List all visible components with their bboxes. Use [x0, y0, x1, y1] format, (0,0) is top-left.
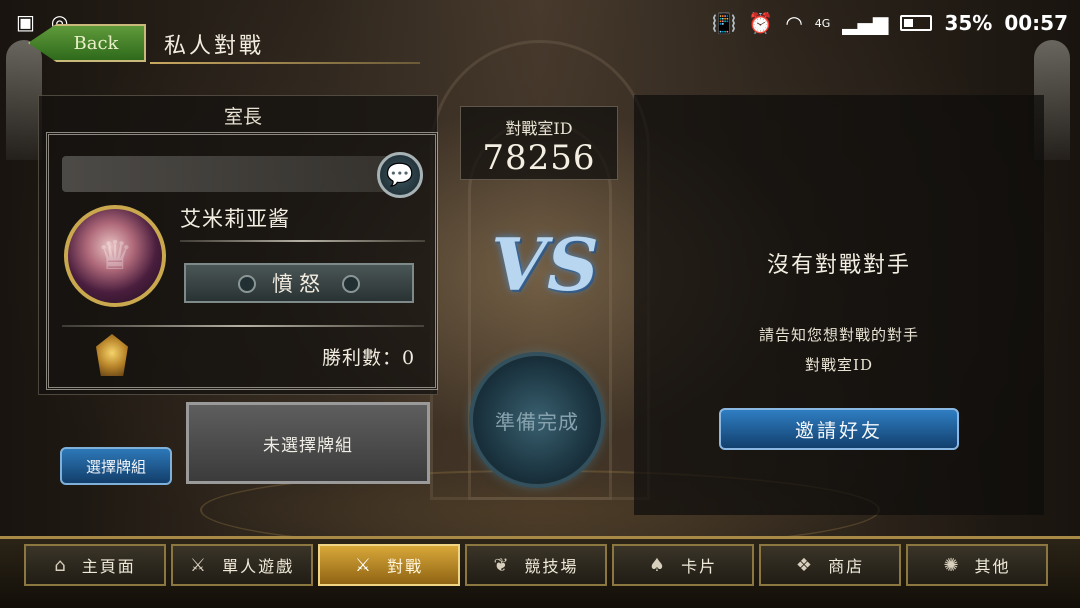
opponent-hint-room-id: 對戰室ID	[805, 356, 873, 374]
battery-icon	[900, 15, 933, 31]
nav-label: 主頁面	[81, 557, 136, 576]
invite-friend-button[interactable]: 邀請好友	[719, 408, 959, 450]
host-label: 室長	[223, 106, 262, 128]
ready-button[interactable]: 準備完成	[469, 352, 605, 488]
chat-button[interactable]: 💬	[377, 152, 423, 198]
nav-home[interactable]: ⌂ 主頁面	[24, 544, 166, 586]
wins-count: 勝利數：0	[322, 347, 416, 369]
avatar: ♛	[64, 205, 166, 307]
clock: 00:57	[1004, 11, 1068, 35]
shop-icon: ❖	[795, 554, 815, 576]
divider	[62, 325, 424, 327]
laurel-icon: ❦	[493, 554, 511, 576]
select-deck-button[interactable]: 選擇牌組	[60, 447, 172, 485]
room-id-label: 對戰室ID	[505, 119, 573, 138]
title-underline	[150, 62, 420, 64]
more-icon: ✺	[943, 554, 961, 576]
nav-label: 單人遊戲	[222, 557, 295, 576]
nav-label: 對戰	[387, 557, 424, 576]
vs-emblem: VS	[491, 222, 599, 307]
nav-cards[interactable]: ♠ 卡片	[612, 544, 754, 586]
nav-shop[interactable]: ❖ 商店	[759, 544, 901, 586]
nav-battle[interactable]: ⚔ 對戰	[318, 544, 460, 586]
nav-label: 商店	[828, 557, 865, 576]
room-id: 78256	[482, 138, 596, 178]
battery-percent: 35%	[944, 11, 993, 35]
select-deck-label: 選擇牌組	[85, 457, 146, 476]
nav-label: 競技場	[524, 557, 579, 576]
emblem-icon	[238, 275, 256, 293]
emotion-label: 憤怒	[272, 272, 326, 296]
ready-label: 準備完成	[495, 409, 579, 434]
nav-other[interactable]: ✺ 其他	[906, 544, 1048, 586]
nav-arena[interactable]: ❦ 競技場	[465, 544, 607, 586]
cathedral-window-left	[6, 40, 42, 160]
player-name: 艾米莉亚酱	[180, 207, 290, 231]
sword-shield-icon: ⚔	[189, 554, 209, 576]
room-id-box: 對戰室ID 78256	[460, 106, 618, 180]
nav-single-player[interactable]: ⚔ 單人遊戲	[171, 544, 313, 586]
speech-bubble-icon: 💬	[386, 162, 414, 188]
nav-label: 卡片	[681, 557, 718, 576]
opponent-status: 沒有對戰對手	[766, 253, 911, 278]
back-label: Back	[73, 32, 119, 54]
crossed-swords-icon: ⚔	[354, 554, 374, 576]
chat-bubble	[62, 156, 392, 192]
deck-slot-label: 未選擇牌組	[263, 435, 353, 456]
home-icon: ⌂	[54, 554, 68, 576]
network-label: 4G	[814, 16, 831, 30]
image-icon: ▣	[16, 10, 35, 34]
emblem-icon	[342, 275, 360, 293]
invite-friend-label: 邀請好友	[794, 419, 883, 442]
opponent-hint: 請告知您想對戰的對手	[758, 326, 919, 344]
page-title: 私人對戰	[164, 34, 265, 59]
divider	[180, 240, 425, 242]
wifi-icon: ◠	[785, 11, 803, 35]
alarm-icon: ⏰	[748, 11, 774, 35]
deck-slot[interactable]: 未選擇牌組	[186, 402, 430, 484]
nav-label: 其他	[974, 557, 1011, 576]
status-bar: ▣ ◎ 📳 ⏰ ◠ 4G ▂▄▆ 35% 00:57	[0, 0, 1080, 46]
emotion-button[interactable]: 憤怒	[184, 263, 414, 303]
cards-icon: ♠	[648, 554, 668, 576]
signal-icon: ▂▄▆	[842, 11, 889, 35]
opponent-panel	[634, 95, 1044, 515]
vibrate-icon: 📳	[711, 11, 737, 35]
